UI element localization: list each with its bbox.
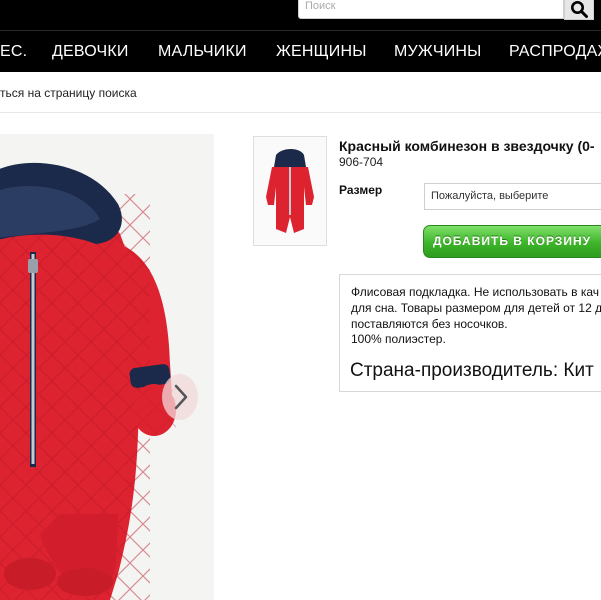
- nav-item-women[interactable]: ЖЕНЩИНЫ: [276, 43, 367, 61]
- size-label: Размер: [339, 183, 383, 197]
- back-to-search-link[interactable]: ться на страницу поиска: [0, 86, 137, 100]
- main-nav: ЕС. ДЕВОЧКИ МАЛЬЧИКИ ЖЕНЩИНЫ МУЖЧИНЫ РАС…: [0, 30, 601, 72]
- description-line: 100% полиэстер.: [351, 332, 446, 346]
- description-line: Флисовая подкладка. Не использовать в ка…: [351, 285, 600, 299]
- product-title: Красный комбинезон в звездочку (0-: [339, 138, 595, 154]
- nav-item-boys[interactable]: МАЛЬЧИКИ: [158, 43, 247, 61]
- add-to-cart-button[interactable]: ДОБАВИТЬ В КОРЗИНУ: [423, 225, 601, 258]
- divider: [0, 112, 601, 113]
- product-main-image[interactable]: [0, 134, 214, 600]
- snowsuit-illustration: [0, 162, 176, 600]
- description-line: для сна. Товары размером для детей от 12…: [351, 301, 601, 315]
- search-button[interactable]: [564, 0, 594, 20]
- product-thumbnail[interactable]: [253, 136, 327, 246]
- product-sku: 906-704: [339, 155, 384, 169]
- next-image-button[interactable]: [160, 372, 200, 422]
- search-input[interactable]: Поиск: [298, 0, 564, 19]
- nav-item-girls[interactable]: ДЕВОЧКИ: [52, 43, 129, 61]
- nav-item-sale[interactable]: РАСПРОДАЖ: [509, 43, 601, 61]
- nav-item-ec[interactable]: ЕС.: [0, 43, 27, 61]
- search-icon: [571, 0, 588, 18]
- description-line: поставляются без носочков.: [351, 317, 508, 331]
- snowsuit-thumbnail-illustration: [254, 137, 326, 245]
- size-select[interactable]: Пожалуйста, выберите: [424, 183, 601, 210]
- nav-item-men[interactable]: МУЖЧИНЫ: [394, 43, 482, 61]
- country-of-origin: Страна-производитель: Кит: [350, 360, 594, 381]
- chevron-right-icon: [162, 374, 198, 420]
